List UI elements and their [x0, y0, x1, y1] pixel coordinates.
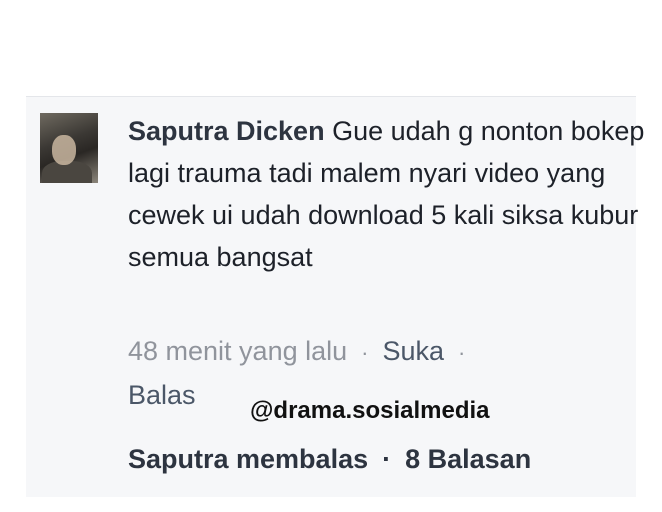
avatar[interactable]: [40, 113, 98, 183]
reply-count[interactable]: 8 Balasan: [405, 444, 531, 474]
separator-dot: ·: [382, 444, 392, 474]
separator-dot: ·: [458, 340, 466, 365]
comment-author[interactable]: Saputra Dicken: [128, 116, 325, 146]
reply-button[interactable]: Balas: [128, 380, 196, 410]
comment-body: Saputra Dicken Gue udah g nonton bokep l…: [128, 110, 648, 278]
like-button[interactable]: Suka: [382, 336, 444, 366]
watermark: @drama.sosialmedia: [250, 397, 490, 424]
separator-dot: ·: [361, 340, 369, 365]
replier-label[interactable]: Saputra membalas: [128, 444, 368, 474]
avatar-face: [52, 135, 76, 165]
comment-timestamp[interactable]: 48 menit yang lalu: [128, 336, 347, 366]
replies-summary[interactable]: Saputra membalas · 8 Balasan: [128, 444, 531, 475]
